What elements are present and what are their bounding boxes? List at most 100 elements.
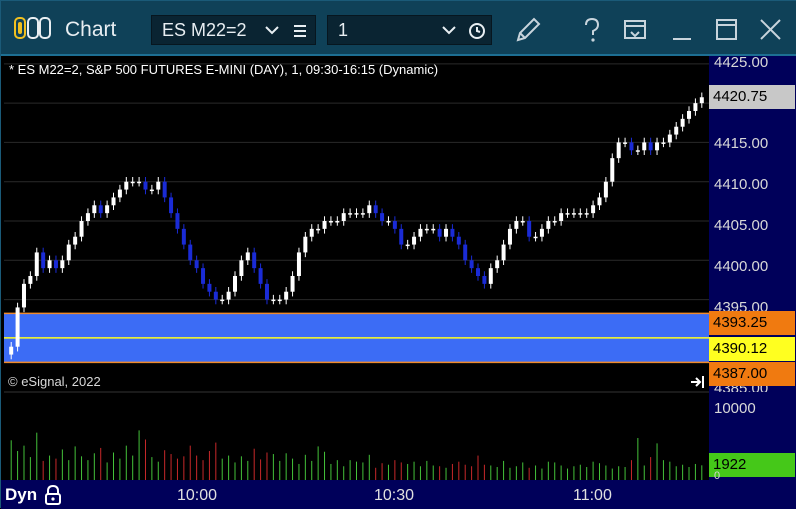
candle-body bbox=[175, 213, 180, 229]
candle-body bbox=[392, 221, 397, 229]
candle-body bbox=[258, 268, 263, 284]
candle-body bbox=[565, 213, 570, 215]
candle-body bbox=[591, 205, 596, 214]
symbol-combo[interactable]: ES M22=2 bbox=[151, 15, 316, 45]
minimize-button[interactable] bbox=[665, 13, 699, 47]
chart-plot-area[interactable]: * ES M22=2, S&P 500 FUTURES E-MINI (DAY)… bbox=[4, 56, 709, 480]
lock-icon[interactable] bbox=[43, 484, 63, 506]
candle-body bbox=[303, 236, 308, 253]
candle-body bbox=[245, 252, 250, 261]
candle-body bbox=[309, 228, 314, 237]
candle-body bbox=[514, 221, 519, 229]
candle-body bbox=[252, 252, 257, 269]
candle-body bbox=[53, 260, 58, 269]
candle-body bbox=[610, 158, 615, 182]
candle-body bbox=[571, 213, 576, 215]
price-tick-label: 4415.00 bbox=[714, 135, 769, 152]
candle-body bbox=[578, 213, 583, 215]
price-volume-chart bbox=[4, 63, 709, 480]
candle-body bbox=[130, 181, 135, 184]
candle-body bbox=[667, 134, 672, 143]
candle-body bbox=[399, 228, 404, 245]
chevron-down-icon[interactable] bbox=[441, 24, 457, 36]
candle-body bbox=[21, 283, 26, 308]
candle-body bbox=[475, 268, 480, 276]
candle-body bbox=[79, 221, 84, 237]
candle-body bbox=[169, 197, 174, 214]
dynamic-mode-label[interactable]: Dyn bbox=[5, 485, 37, 505]
candle-body bbox=[539, 228, 544, 237]
candle-body bbox=[431, 228, 436, 231]
candle-body bbox=[501, 244, 506, 261]
draw-tool-button[interactable] bbox=[511, 13, 545, 47]
candle-body bbox=[239, 260, 244, 276]
scroll-to-end-icon[interactable] bbox=[690, 375, 706, 389]
candle-body bbox=[156, 181, 161, 190]
candle-body bbox=[450, 228, 455, 237]
candle-body bbox=[437, 228, 442, 237]
candle-body bbox=[207, 283, 212, 292]
candle-body bbox=[143, 181, 148, 190]
candle-body bbox=[367, 205, 372, 214]
candle-body bbox=[661, 142, 666, 144]
candle-body bbox=[584, 213, 589, 215]
layout-button[interactable] bbox=[618, 13, 652, 47]
maximize-icon bbox=[716, 19, 737, 40]
candle-body bbox=[290, 276, 295, 292]
volume-max-label: 10000 bbox=[714, 400, 756, 417]
candle-body bbox=[341, 213, 346, 221]
close-button[interactable] bbox=[753, 13, 787, 47]
candle-body bbox=[92, 205, 97, 214]
help-button[interactable] bbox=[575, 13, 609, 47]
candle-body bbox=[335, 221, 340, 223]
candle-body bbox=[693, 103, 698, 111]
candle-body bbox=[34, 252, 39, 276]
price-tick-label: 4425.00 bbox=[714, 54, 769, 71]
candle-body bbox=[73, 236, 78, 245]
title-bar: Chart ES M22=2 1 bbox=[1, 1, 796, 56]
time-axis[interactable]: Dyn 10:00 10:30 11:00 bbox=[1, 480, 796, 509]
candle-body bbox=[533, 236, 538, 239]
candle-body bbox=[699, 97, 704, 104]
candle-body bbox=[412, 236, 417, 245]
candle-body bbox=[603, 181, 608, 198]
candle-body bbox=[527, 221, 532, 237]
price-tick-label: 4410.00 bbox=[714, 176, 769, 193]
candle-body bbox=[296, 252, 301, 276]
candle-body bbox=[277, 299, 282, 302]
last-volume-label: 1922 bbox=[709, 453, 795, 477]
candle-body bbox=[117, 189, 122, 198]
candle-body bbox=[635, 150, 640, 152]
chevron-down-icon[interactable] bbox=[264, 24, 280, 36]
price-axis[interactable]: 4425.00 4415.00 4410.00 4405.00 4400.00 … bbox=[709, 54, 796, 482]
candle-body bbox=[642, 142, 647, 151]
clock-icon[interactable] bbox=[468, 22, 486, 40]
maximize-button[interactable] bbox=[709, 13, 743, 47]
candle-body bbox=[495, 260, 500, 269]
candle-body bbox=[674, 126, 679, 135]
candle-body bbox=[284, 291, 289, 300]
candle-body bbox=[316, 228, 321, 231]
candle-body bbox=[322, 221, 327, 229]
candle-body bbox=[162, 181, 167, 198]
interval-combo[interactable]: 1 bbox=[327, 15, 492, 45]
pencil-icon bbox=[516, 17, 541, 42]
candle-body bbox=[507, 228, 512, 245]
candle-body bbox=[15, 307, 20, 347]
chart-app-icon bbox=[14, 17, 51, 39]
candle-body bbox=[149, 189, 154, 192]
candle-body bbox=[463, 244, 468, 261]
candle-body bbox=[264, 283, 269, 300]
candle-body bbox=[546, 221, 551, 229]
window-layout-icon bbox=[624, 20, 646, 39]
candle-body bbox=[220, 299, 225, 302]
candle-body bbox=[405, 244, 410, 247]
candle-body bbox=[469, 260, 474, 269]
symbol-value: ES M22=2 bbox=[162, 20, 247, 40]
symbol-menu-icon[interactable] bbox=[292, 23, 308, 39]
candle-body bbox=[380, 213, 385, 221]
chart-window: Chart ES M22=2 1 * ES M22=2, S&P 500 FUT… bbox=[0, 0, 796, 509]
window-title: Chart bbox=[65, 18, 117, 41]
candle-body bbox=[623, 142, 628, 144]
zone-bottom-price-label: 4387.00 bbox=[709, 362, 795, 386]
